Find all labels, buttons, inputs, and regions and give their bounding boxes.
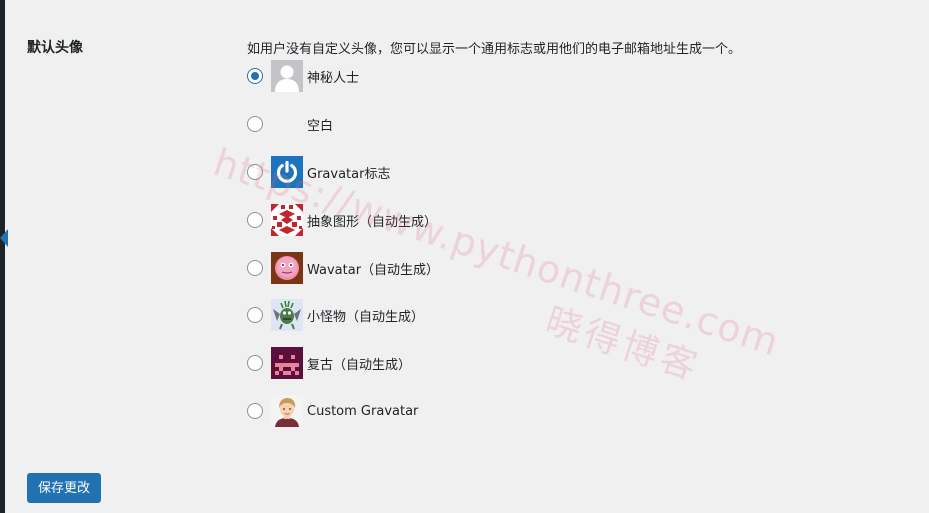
- avatar-option-wavatar[interactable]: Wavatar（自动生成）: [247, 251, 439, 285]
- option-label-wavatar: Wavatar（自动生成）: [307, 262, 440, 278]
- avatar-option-custom-gravatar[interactable]: Custom Gravatar: [247, 394, 418, 428]
- option-label-custom-gravatar: Custom Gravatar: [307, 403, 419, 419]
- option-label-monsterid: 小怪物（自动生成）: [307, 309, 425, 325]
- save-changes-button[interactable]: 保存更改: [27, 473, 101, 503]
- wavatar-avatar: [271, 252, 303, 284]
- radio-blank[interactable]: [247, 116, 263, 132]
- avatar-option-blank[interactable]: 空白: [247, 107, 333, 141]
- admin-menu-edge: [0, 0, 5, 513]
- radio-wavatar[interactable]: [247, 260, 263, 276]
- mystery-person-avatar: [271, 60, 303, 92]
- blank-avatar: [271, 108, 303, 140]
- avatar-option-monsterid[interactable]: 小怪物（自动生成）: [247, 298, 424, 332]
- radio-retro[interactable]: [247, 355, 263, 371]
- current-menu-indicator: [0, 229, 8, 247]
- custom-gravatar-avatar: [271, 395, 303, 427]
- monsterid-avatar: [271, 299, 303, 331]
- radio-identicon[interactable]: [247, 212, 263, 228]
- default-avatar-label: 默认头像: [27, 40, 83, 56]
- avatar-option-mystery[interactable]: 神秘人士: [247, 59, 359, 93]
- option-label-mystery: 神秘人士: [307, 70, 360, 86]
- radio-custom-gravatar[interactable]: [247, 403, 263, 419]
- avatar-option-retro[interactable]: 复古（自动生成）: [247, 346, 411, 380]
- radio-monsterid[interactable]: [247, 307, 263, 323]
- option-label-retro: 复古（自动生成）: [307, 357, 412, 373]
- retro-avatar: [271, 347, 303, 379]
- default-avatar-description: 如用户没有自定义头像，您可以显示一个通用标志或用他们的电子邮箱地址生成一个。: [247, 42, 742, 57]
- radio-mystery[interactable]: [247, 68, 263, 84]
- option-label-blank: 空白: [307, 118, 334, 134]
